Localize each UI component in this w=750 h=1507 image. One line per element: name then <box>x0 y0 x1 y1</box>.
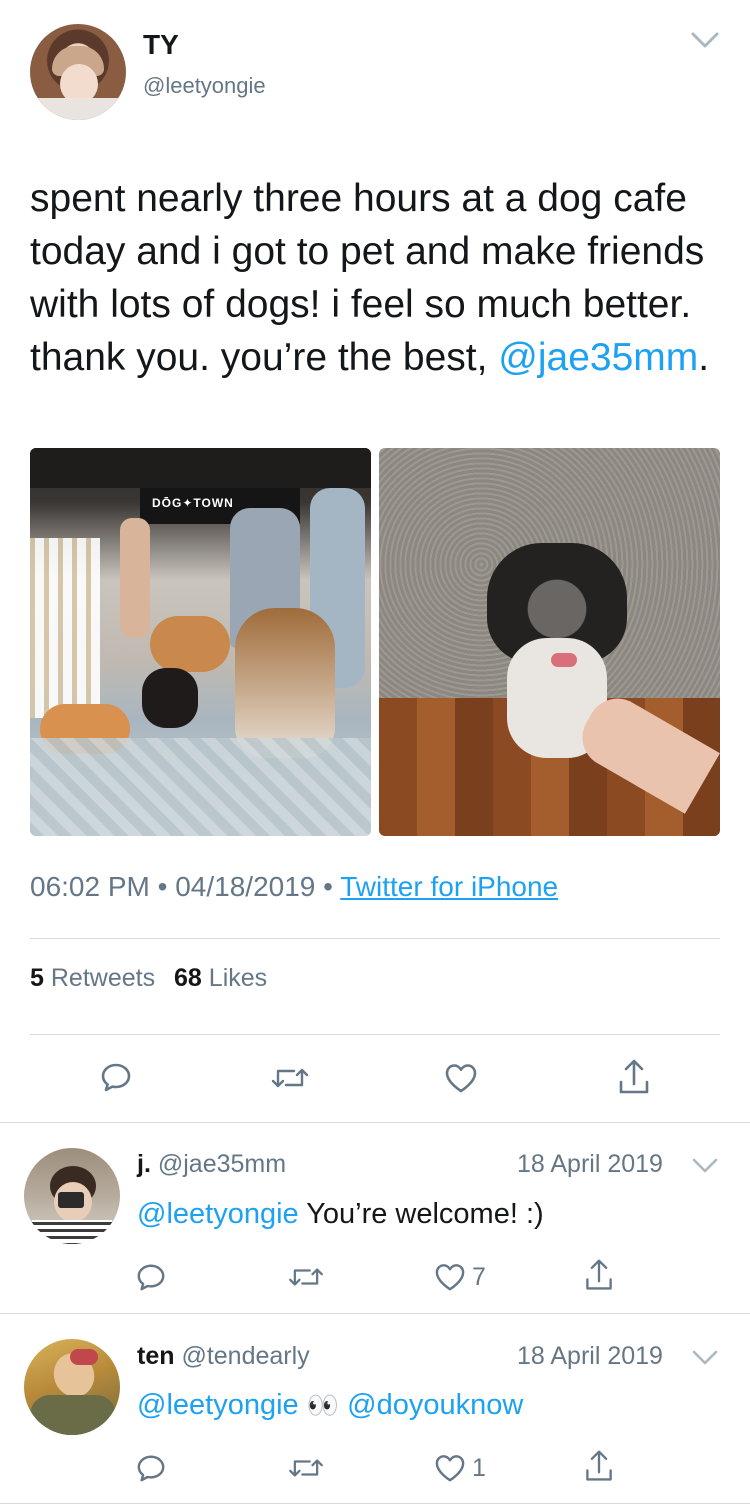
retweet-icon[interactable] <box>288 1264 324 1290</box>
eyes-emoji: 👀 <box>306 1390 340 1420</box>
retweets-stat[interactable]: 5 Retweets <box>30 964 155 992</box>
reply-mention[interactable]: @leetyongie <box>137 1389 299 1421</box>
likes-count: 68 <box>174 964 202 992</box>
reply-avatar[interactable] <box>24 1148 120 1244</box>
reply-icon[interactable] <box>136 1453 166 1483</box>
reply-display-name[interactable]: j. <box>137 1150 151 1178</box>
divider <box>0 1503 750 1504</box>
tweet-date: 04/18/2019 <box>175 871 316 902</box>
tweet-mention[interactable]: @jae35mm <box>498 336 698 379</box>
reply-date: 18 April 2019 <box>517 1150 663 1178</box>
reply-header: j. @jae35mm <box>137 1148 286 1180</box>
retweet-icon[interactable] <box>288 1455 324 1481</box>
divider <box>0 1313 750 1314</box>
meta-separator: • <box>323 871 333 902</box>
reply-avatar[interactable] <box>24 1339 120 1435</box>
dog-town-sign: DŌG✦TOWN <box>152 496 234 510</box>
tweet-time: 06:02 PM <box>30 871 150 902</box>
tweet-stats: 5 Retweets 68 Likes <box>30 962 267 994</box>
like-icon[interactable] <box>434 1453 466 1483</box>
retweets-label: Retweets <box>50 964 156 992</box>
author-avatar[interactable] <box>30 24 126 120</box>
share-icon[interactable] <box>617 1058 651 1096</box>
like-icon[interactable] <box>444 1062 478 1094</box>
reply-body: You’re welcome! :) <box>298 1198 544 1230</box>
share-icon[interactable] <box>583 1449 615 1483</box>
tweet-text-end: . <box>698 336 710 379</box>
reply-mention[interactable]: @leetyongie <box>137 1198 299 1230</box>
reply-handle[interactable]: @jae35mm <box>158 1150 286 1178</box>
chevron-down-icon[interactable] <box>690 1348 720 1368</box>
share-icon[interactable] <box>583 1258 615 1292</box>
reply-header: ten @tendearly <box>137 1340 310 1372</box>
reply-handle[interactable]: @tendearly <box>181 1342 309 1370</box>
retweet-icon[interactable] <box>271 1064 309 1092</box>
reply-mention-2[interactable]: @doyouknow <box>347 1389 523 1421</box>
like-icon[interactable] <box>434 1262 466 1292</box>
reply-date: 18 April 2019 <box>517 1342 663 1370</box>
tweet-meta: 06:02 PM • 04/18/2019 • Twitter for iPho… <box>30 870 558 904</box>
tweet-text: spent nearly three hours at a dog cafe t… <box>30 172 720 384</box>
likes-label: Likes <box>208 964 268 992</box>
divider <box>30 1034 720 1035</box>
reply-display-name[interactable]: ten <box>137 1342 175 1370</box>
chevron-down-icon[interactable] <box>690 30 720 50</box>
tweet-photo-dog-cafe[interactable]: DŌG✦TOWN <box>30 448 371 836</box>
tweet-photo-puppy[interactable] <box>379 448 720 836</box>
reply-icon[interactable] <box>136 1262 166 1292</box>
reply-like-count: 1 <box>472 1454 486 1482</box>
tweet-source-link[interactable]: Twitter for iPhone <box>340 871 558 902</box>
chevron-down-icon[interactable] <box>690 1156 720 1176</box>
reply-icon[interactable] <box>100 1061 132 1093</box>
divider <box>30 938 720 939</box>
reply-text: @leetyongie 👀 @doyouknow <box>137 1386 523 1424</box>
divider <box>0 1122 750 1123</box>
author-handle[interactable]: @leetyongie <box>143 72 266 100</box>
likes-stat[interactable]: 68 Likes <box>174 964 267 992</box>
reply-text: @leetyongie You’re welcome! :) <box>137 1195 544 1233</box>
reply-like-count: 7 <box>472 1263 486 1291</box>
meta-separator: • <box>157 871 168 902</box>
author-display-name[interactable]: TY <box>143 28 179 62</box>
retweets-count: 5 <box>30 964 44 992</box>
